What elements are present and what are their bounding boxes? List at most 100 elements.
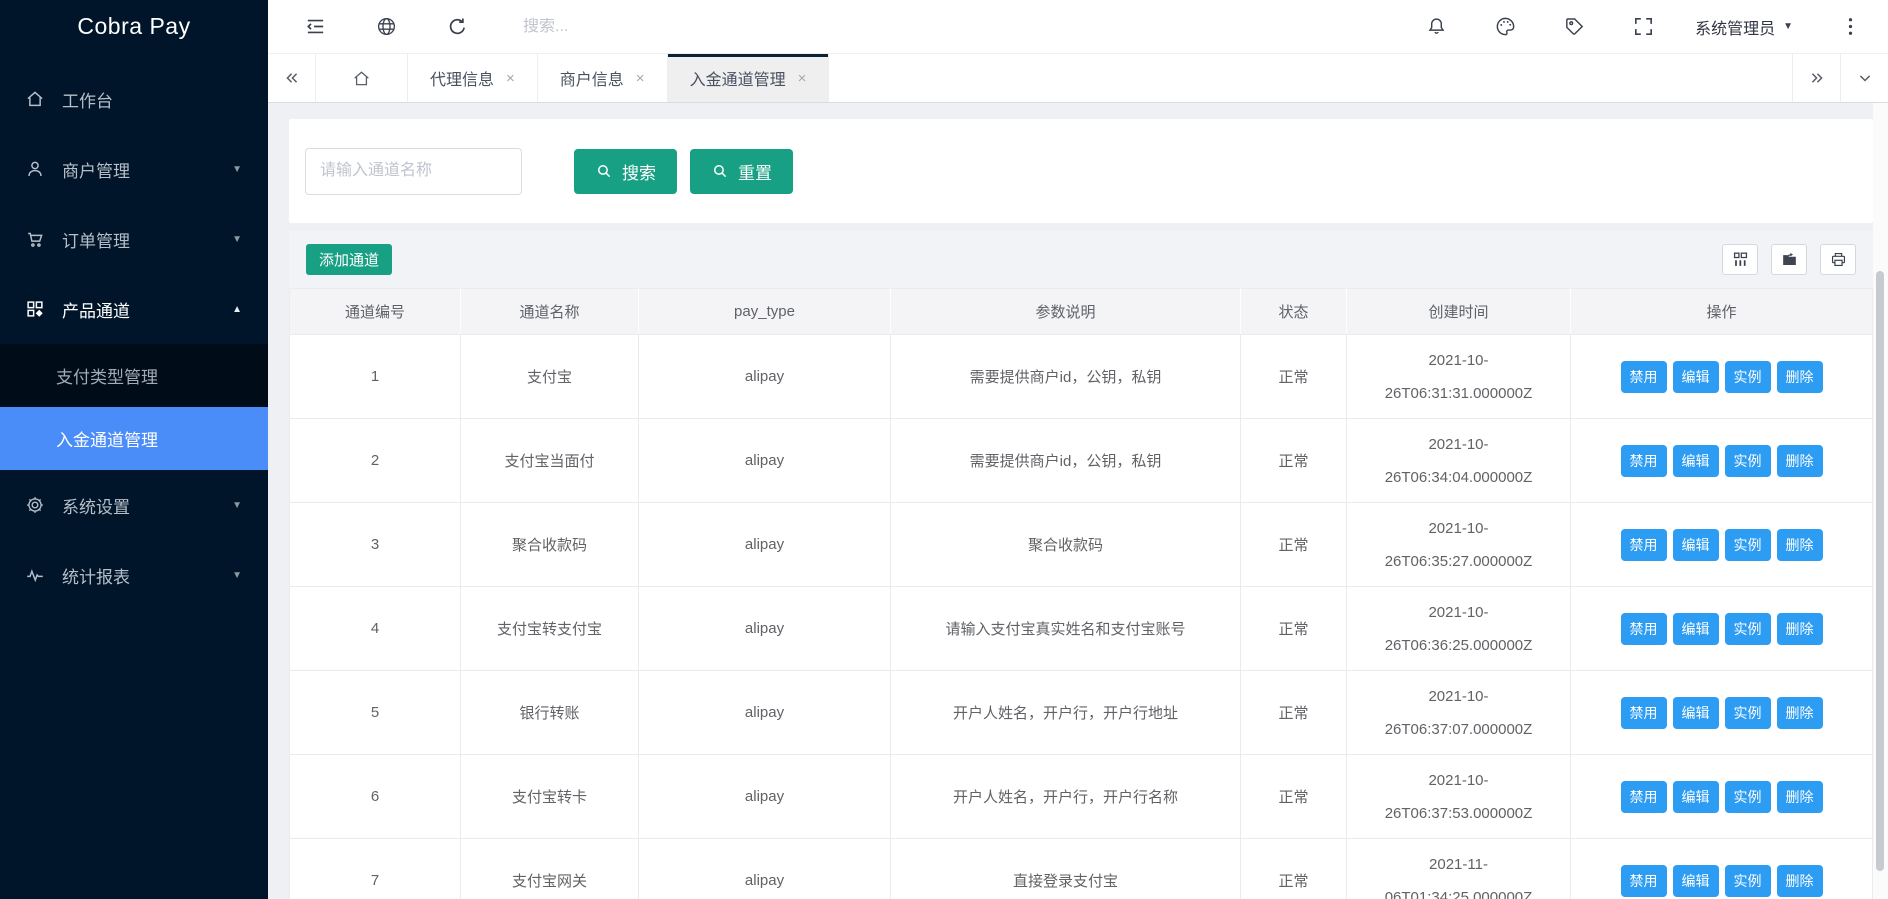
col-header-actions: 操作: [1571, 289, 1873, 335]
theme-button[interactable]: [1494, 15, 1517, 38]
cell-created-at: 2021-10-26T06:31:31.000000Z: [1373, 344, 1545, 410]
cell-description: 请输入支付宝真实姓名和支付宝账号: [891, 587, 1241, 671]
disable-button[interactable]: 禁用: [1621, 613, 1667, 645]
tabs-options-button[interactable]: [1840, 54, 1888, 102]
instance-button[interactable]: 实例: [1725, 781, 1771, 813]
tab-merchant-info[interactable]: 商户信息 ×: [538, 54, 668, 102]
disable-button[interactable]: 禁用: [1621, 361, 1667, 393]
edit-button[interactable]: 编辑: [1673, 865, 1719, 897]
tab-deposit-channel-mgmt[interactable]: 入金通道管理 ×: [668, 54, 830, 102]
cell-status: 正常: [1241, 419, 1347, 503]
export-button[interactable]: [1771, 244, 1807, 275]
cell-description: 聚合收款码: [891, 503, 1241, 587]
cell-actions: 禁用编辑实例删除: [1571, 839, 1873, 899]
tag-button[interactable]: [1563, 15, 1586, 38]
cell-created-at: 2021-10-26T06:36:25.000000Z: [1373, 596, 1545, 662]
sidebar-item-pay-type-mgmt[interactable]: 支付类型管理: [0, 344, 268, 407]
fullscreen-button[interactable]: [1632, 15, 1655, 38]
delete-button[interactable]: 删除: [1777, 529, 1823, 561]
col-header-pay-type: pay_type: [639, 289, 891, 335]
edit-button[interactable]: 编辑: [1673, 529, 1719, 561]
delete-button[interactable]: 删除: [1777, 865, 1823, 897]
add-channel-button[interactable]: 添加通道: [306, 244, 392, 275]
tab-label: 商户信息: [560, 66, 624, 90]
print-button[interactable]: [1820, 244, 1856, 275]
reset-button[interactable]: 重置: [690, 149, 793, 194]
instance-button[interactable]: 实例: [1725, 445, 1771, 477]
sidebar-item-deposit-channel-mgmt[interactable]: 入金通道管理: [0, 407, 268, 470]
delete-button[interactable]: 删除: [1777, 781, 1823, 813]
instance-button[interactable]: 实例: [1725, 865, 1771, 897]
cell-status: 正常: [1241, 671, 1347, 755]
instance-button[interactable]: 实例: [1725, 361, 1771, 393]
cell-status: 正常: [1241, 335, 1347, 419]
cell-channel-id: 6: [290, 755, 461, 839]
delete-button[interactable]: 删除: [1777, 361, 1823, 393]
instance-button[interactable]: 实例: [1725, 529, 1771, 561]
sidebar-item-product-channel[interactable]: 产品通道 ▲: [0, 274, 268, 344]
edit-button[interactable]: 编辑: [1673, 781, 1719, 813]
app-logo: Cobra Pay: [0, 0, 268, 52]
channels-table: 通道编号 通道名称 pay_type 参数说明 状态 创建时间 操作 1 支付宝…: [289, 288, 1873, 899]
edit-button[interactable]: 编辑: [1673, 613, 1719, 645]
tabs-scroll-right-button[interactable]: [1792, 54, 1840, 102]
tab-bar: 代理信息 × 商户信息 × 入金通道管理 ×: [268, 54, 1888, 103]
scrollbar-thumb[interactable]: [1876, 271, 1884, 871]
channel-name-input[interactable]: [305, 148, 522, 195]
tag-icon: [1563, 15, 1586, 38]
user-menu[interactable]: 系统管理员 ▼: [1695, 15, 1793, 39]
table-row: 6 支付宝转卡 alipay 开户人姓名，开户行，开户行名称 正常 2021-1…: [290, 755, 1873, 839]
dots-vertical-icon: [1839, 15, 1862, 38]
global-search-input[interactable]: [523, 18, 743, 36]
column-settings-button[interactable]: [1722, 244, 1758, 275]
sidebar-item-system-settings[interactable]: 系统设置 ▼: [0, 470, 268, 540]
disable-button[interactable]: 禁用: [1621, 529, 1667, 561]
close-icon[interactable]: ×: [798, 71, 807, 86]
cell-channel-name: 支付宝转支付宝: [461, 587, 639, 671]
sidebar-submenu: 支付类型管理 入金通道管理: [0, 344, 268, 470]
cell-created-at: 2021-10-26T06:37:07.000000Z: [1373, 680, 1545, 746]
cell-created-at: 2021-11-06T01:34:25.000000Z: [1373, 848, 1545, 899]
user-name: 系统管理员: [1695, 15, 1775, 39]
disable-button[interactable]: 禁用: [1621, 865, 1667, 897]
disable-button[interactable]: 禁用: [1621, 781, 1667, 813]
edit-button[interactable]: 编辑: [1673, 697, 1719, 729]
delete-button[interactable]: 删除: [1777, 697, 1823, 729]
table-row: 1 支付宝 alipay 需要提供商户id，公钥，私钥 正常 2021-10-2…: [290, 335, 1873, 419]
chevron-up-icon: ▲: [232, 304, 242, 315]
notifications-button[interactable]: [1425, 15, 1448, 38]
table-row: 7 支付宝网关 alipay 直接登录支付宝 正常 2021-11-06T01:…: [290, 839, 1873, 899]
collapse-menu-button[interactable]: [304, 15, 327, 38]
table-row: 3 聚合收款码 alipay 聚合收款码 正常 2021-10-26T06:35…: [290, 503, 1873, 587]
instance-button[interactable]: 实例: [1725, 613, 1771, 645]
sidebar-item-statistics-report[interactable]: 统计报表 ▼: [0, 540, 268, 610]
disable-button[interactable]: 禁用: [1621, 445, 1667, 477]
tab-agent-info[interactable]: 代理信息 ×: [408, 54, 538, 102]
home-icon: [24, 88, 46, 110]
sidebar-item-order-mgmt[interactable]: 订单管理 ▼: [0, 204, 268, 274]
instance-button[interactable]: 实例: [1725, 697, 1771, 729]
refresh-button[interactable]: [446, 15, 469, 38]
cell-pay-type: alipay: [639, 671, 891, 755]
top-header: 系统管理员 ▼: [268, 0, 1888, 54]
export-icon: [1780, 250, 1799, 269]
disable-button[interactable]: 禁用: [1621, 697, 1667, 729]
close-icon[interactable]: ×: [636, 71, 645, 86]
tab-home[interactable]: [316, 54, 408, 102]
table-row: 5 银行转账 alipay 开户人姓名，开户行，开户行地址 正常 2021-10…: [290, 671, 1873, 755]
delete-button[interactable]: 删除: [1777, 613, 1823, 645]
printer-icon: [1829, 250, 1848, 269]
edit-button[interactable]: 编辑: [1673, 445, 1719, 477]
edit-button[interactable]: 编辑: [1673, 361, 1719, 393]
main-area: 系统管理员 ▼ 代理信息 × 商户信息 ×: [268, 0, 1888, 899]
tabs-scroll-left-button[interactable]: [268, 54, 316, 102]
table-body: 1 支付宝 alipay 需要提供商户id，公钥，私钥 正常 2021-10-2…: [290, 335, 1873, 899]
delete-button[interactable]: 删除: [1777, 445, 1823, 477]
search-button[interactable]: 搜索: [574, 149, 677, 194]
sidebar-item-merchant-mgmt[interactable]: 商户管理 ▼: [0, 134, 268, 204]
sidebar-item-workbench[interactable]: 工作台: [0, 64, 268, 134]
more-options-button[interactable]: [1839, 15, 1862, 38]
language-button[interactable]: [375, 15, 398, 38]
cell-created-at: 2021-10-26T06:35:27.000000Z: [1373, 512, 1545, 578]
close-icon[interactable]: ×: [506, 71, 515, 86]
